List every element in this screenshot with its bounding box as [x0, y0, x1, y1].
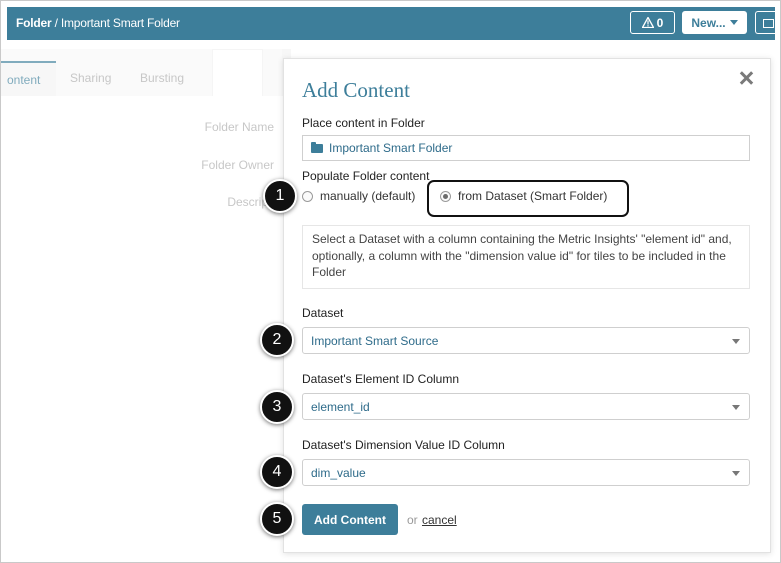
- breadcrumb-separator: /: [51, 16, 61, 30]
- dataset-info-text: Select a Dataset with a column containin…: [302, 225, 750, 289]
- window-button[interactable]: [755, 11, 779, 34]
- dialog-title: Add Content: [302, 78, 410, 102]
- page-overlay: [1, 41, 282, 562]
- radio-manually[interactable]: manually (default): [302, 189, 415, 203]
- folder-field-value: Important Smart Folder: [329, 141, 453, 155]
- callout-badge: 5: [260, 502, 294, 536]
- top-header-bar: Folder / Important Smart Folder 0 New...: [7, 7, 779, 40]
- callout-badge: 3: [260, 390, 294, 424]
- caret-down-icon: [729, 20, 738, 25]
- add-content-button[interactable]: Add Content: [302, 504, 398, 535]
- callout-badge: 4: [260, 455, 294, 489]
- dataset-select[interactable]: Important Smart Source: [302, 327, 750, 354]
- breadcrumb-current: Important Smart Folder: [60, 16, 180, 30]
- breadcrumb: Folder / Important Smart Folder: [16, 16, 180, 30]
- alerts-button[interactable]: 0: [630, 11, 675, 34]
- populate-content-label: Populate Folder content: [302, 169, 430, 183]
- close-icon[interactable]: [738, 70, 754, 86]
- element-id-column-select[interactable]: element_id: [302, 393, 750, 420]
- element-id-column-value: element_id: [311, 399, 370, 414]
- dimension-value-column-value: dim_value: [311, 465, 366, 480]
- highlight-outline: [427, 180, 629, 217]
- new-button-label: New...: [691, 15, 726, 30]
- chevron-down-icon: [732, 471, 740, 476]
- dimension-value-column-select[interactable]: dim_value: [302, 459, 750, 486]
- folder-field[interactable]: Important Smart Folder: [302, 135, 750, 161]
- folder-icon: [311, 142, 323, 153]
- or-text: or: [407, 513, 418, 527]
- app-window: Folder / Important Smart Folder 0 New...…: [0, 0, 781, 563]
- new-button[interactable]: New...: [682, 11, 747, 34]
- breadcrumb-root-link[interactable]: Folder: [16, 16, 52, 30]
- radio-manually-label: manually (default): [320, 189, 416, 203]
- add-content-dialog: Add Content Place content in Folder Impo…: [283, 58, 771, 553]
- dimension-value-column-label: Dataset's Dimension Value ID Column: [302, 438, 505, 452]
- callout-badge: 1: [263, 179, 297, 213]
- radio-manually-circle[interactable]: [302, 190, 313, 202]
- chevron-down-icon: [732, 405, 740, 410]
- cancel-link[interactable]: cancel: [422, 513, 457, 527]
- warning-icon: [641, 17, 654, 28]
- callout-badge: 2: [260, 323, 294, 357]
- element-id-column-label: Dataset's Element ID Column: [302, 372, 460, 386]
- dataset-label: Dataset: [302, 306, 344, 320]
- dataset-select-value: Important Smart Source: [311, 333, 439, 348]
- alerts-count: 0: [656, 15, 664, 30]
- place-in-folder-label: Place content in Folder: [302, 116, 425, 130]
- chevron-down-icon: [732, 339, 740, 344]
